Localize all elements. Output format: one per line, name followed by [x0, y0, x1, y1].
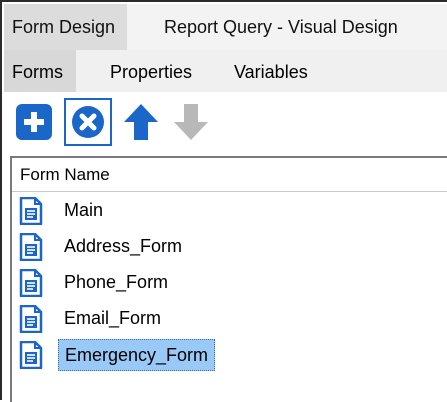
- main-tab-bar: Form Design Report Query - Visual Design: [4, 4, 447, 51]
- list-item-label: Email_Form: [64, 308, 162, 328]
- list-item-address-form[interactable]: Address_Form: [12, 228, 447, 262]
- form-list[interactable]: Form Name Main Address_Form Phone_Form E…: [10, 156, 447, 402]
- document-icon: [19, 305, 43, 333]
- tab-form-design[interactable]: Form Design: [4, 4, 128, 50]
- document-icon: [19, 197, 43, 225]
- add-form-button[interactable]: [16, 104, 52, 140]
- arrow-down-icon: [174, 104, 208, 140]
- list-item-label: Address_Form: [64, 236, 183, 256]
- list-item-main[interactable]: Main: [12, 192, 447, 226]
- tab-report-query-visual-design[interactable]: Report Query - Visual Design: [164, 4, 447, 50]
- arrow-up-icon: [124, 104, 158, 140]
- document-icon: [19, 233, 43, 261]
- sub-tab-bar: Forms Properties Variables: [4, 50, 447, 92]
- forms-toolbar: [4, 92, 447, 152]
- remove-form-button[interactable]: [64, 98, 112, 146]
- document-icon: [19, 269, 43, 297]
- forms-panel: Form Design Report Query - Visual Design…: [0, 0, 447, 402]
- remove-circle-icon: [72, 106, 104, 138]
- list-item-emergency-form[interactable]: Emergency_Form: [12, 336, 447, 371]
- list-item-phone-form[interactable]: Phone_Form: [12, 264, 447, 298]
- tab-properties[interactable]: Properties: [110, 50, 192, 92]
- tab-forms[interactable]: Forms: [4, 50, 76, 92]
- list-item-label: Phone_Form: [64, 272, 169, 292]
- tab-variables[interactable]: Variables: [234, 50, 308, 92]
- move-up-button[interactable]: [122, 102, 160, 142]
- document-icon: [19, 341, 43, 369]
- column-header-form-name[interactable]: Form Name: [12, 158, 447, 192]
- plus-icon: [16, 104, 52, 140]
- move-down-button[interactable]: [172, 102, 210, 142]
- list-item-label: Main: [64, 200, 104, 220]
- list-item-label: Emergency_Form: [58, 339, 216, 371]
- list-item-email-form[interactable]: Email_Form: [12, 300, 447, 334]
